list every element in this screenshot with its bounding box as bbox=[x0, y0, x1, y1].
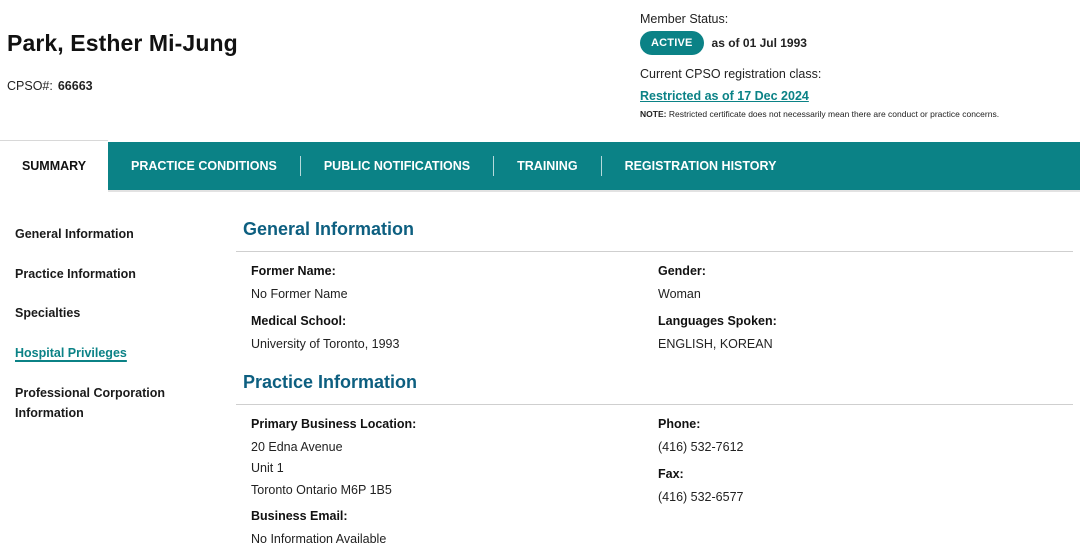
address-line: 20 Edna Avenue bbox=[251, 440, 343, 454]
tab-bar-divider bbox=[108, 190, 1080, 192]
physician-name: Park, Esther Mi-Jung bbox=[7, 30, 238, 56]
practice-information-heading: Practice Information bbox=[243, 372, 418, 392]
fax-label: Fax: bbox=[658, 467, 684, 481]
languages-field: Languages Spoken: ENGLISH, KOREAN bbox=[658, 314, 777, 355]
status-badge: ACTIVE bbox=[640, 31, 704, 55]
phone-field: Phone: (416) 532-7612 bbox=[658, 417, 743, 458]
address-line: Unit 1 bbox=[251, 461, 284, 476]
sidebar-item-practice-information[interactable]: Practice Information bbox=[15, 264, 195, 285]
sidebar-item-specialties[interactable]: Specialties bbox=[15, 303, 195, 324]
sidebar-item-hospital-privileges[interactable]: Hospital Privileges bbox=[15, 343, 195, 364]
business-email-field: Business Email: No Information Available bbox=[251, 509, 386, 550]
medical-school-label: Medical School: bbox=[251, 314, 347, 328]
note-text: Restricted certificate does not necessar… bbox=[668, 109, 1000, 119]
registration-class-label: Current CPSO registration class: bbox=[640, 67, 822, 81]
former-name-value: No Former Name bbox=[251, 287, 348, 301]
former-name-field: Former Name: No Former Name bbox=[251, 264, 348, 305]
tab-registration-history[interactable]: REGISTRATION HISTORY bbox=[602, 142, 800, 190]
languages-value: ENGLISH, KOREAN bbox=[658, 337, 773, 351]
primary-location-address: 20 Edna Avenue Unit 1 Toronto Ontario M6… bbox=[251, 437, 416, 501]
cpso-label: CPSO#: bbox=[7, 79, 53, 93]
restriction-note: NOTE: Restricted certificate does not ne… bbox=[640, 109, 999, 119]
business-email-value: No Information Available bbox=[251, 532, 387, 546]
gender-value: Woman bbox=[658, 287, 701, 301]
business-email-label: Business Email: bbox=[251, 509, 348, 523]
phone-value: (416) 532-7612 bbox=[658, 440, 744, 454]
languages-label: Languages Spoken: bbox=[658, 314, 777, 328]
medical-school-value: University of Toronto, 1993 bbox=[251, 337, 400, 351]
status-since: as of 01 Jul 1993 bbox=[711, 36, 807, 50]
tab-training[interactable]: TRAINING bbox=[494, 142, 600, 190]
primary-location-field: Primary Business Location: 20 Edna Avenu… bbox=[251, 417, 416, 501]
fax-field: Fax: (416) 532-6577 bbox=[658, 467, 743, 508]
phone-label: Phone: bbox=[658, 417, 701, 431]
section-divider bbox=[236, 404, 1073, 405]
section-nav: General Information Practice Information… bbox=[15, 224, 195, 443]
cpso-number: CPSO#: 66663 bbox=[7, 79, 93, 93]
member-status-label: Member Status: bbox=[640, 12, 729, 26]
section-divider bbox=[236, 251, 1073, 252]
cpso-value: 66663 bbox=[57, 79, 93, 93]
note-label: NOTE: bbox=[640, 109, 667, 119]
gender-label: Gender: bbox=[658, 264, 706, 278]
address-line: Toronto Ontario M6P 1B5 bbox=[251, 482, 392, 497]
tab-practice-conditions[interactable]: PRACTICE CONDITIONS bbox=[108, 142, 300, 190]
gender-field: Gender: Woman bbox=[658, 264, 706, 305]
profile-tab-bar: SUMMARY PRACTICE CONDITIONS PUBLIC NOTIF… bbox=[0, 140, 1080, 190]
tab-public-notifications[interactable]: PUBLIC NOTIFICATIONS bbox=[301, 142, 493, 190]
fax-value: (416) 532-6577 bbox=[658, 490, 744, 504]
primary-location-label: Primary Business Location: bbox=[251, 417, 417, 431]
sidebar-item-general-information[interactable]: General Information bbox=[15, 224, 195, 245]
registration-class-link[interactable]: Restricted as of 17 Dec 2024 bbox=[640, 89, 809, 103]
medical-school-field: Medical School: University of Toronto, 1… bbox=[251, 314, 399, 355]
tab-summary[interactable]: SUMMARY bbox=[0, 140, 108, 190]
member-status-panel: Member Status: ACTIVE as of 01 Jul 1993 … bbox=[640, 12, 999, 119]
former-name-label: Former Name: bbox=[251, 264, 336, 278]
sidebar-item-professional-corporation[interactable]: Professional Corporation Information bbox=[15, 383, 195, 424]
general-information-heading: General Information bbox=[243, 219, 415, 239]
